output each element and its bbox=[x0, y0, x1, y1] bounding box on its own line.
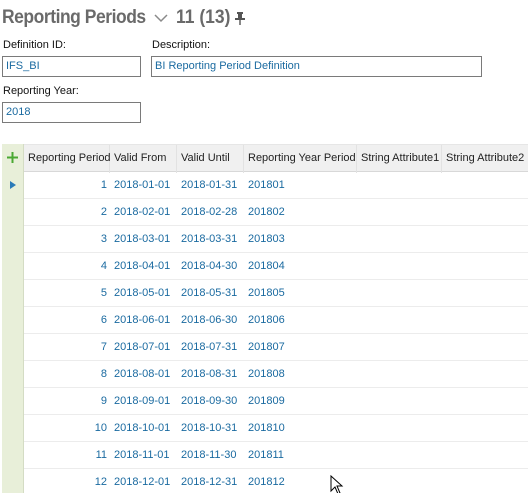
reporting-periods-grid: Reporting Period Valid From Valid Until … bbox=[2, 144, 528, 493]
table-row[interactable]: 9 2018-09-01 2018-09-30 201809 bbox=[24, 388, 528, 415]
cell-reporting-period[interactable]: 11 bbox=[24, 442, 107, 468]
cell-reporting-period[interactable]: 5 bbox=[24, 280, 107, 306]
cell-valid-from[interactable]: 2018-07-01 bbox=[114, 334, 180, 360]
description-field[interactable]: BI Reporting Period Definition bbox=[151, 56, 482, 77]
cell-reporting-period[interactable]: 9 bbox=[24, 388, 107, 414]
column-header-string-attribute2[interactable]: String Attribute2 bbox=[442, 145, 528, 173]
cell-reporting-period[interactable]: 1 bbox=[24, 172, 107, 198]
row-selector-column bbox=[2, 144, 24, 493]
chevron-down-icon[interactable] bbox=[152, 9, 170, 27]
cell-reporting-period[interactable]: 3 bbox=[24, 226, 107, 252]
cell-reporting-period[interactable]: 2 bbox=[24, 199, 107, 225]
record-count: 11 (13) bbox=[176, 7, 231, 28]
page-title: Reporting Periods bbox=[2, 7, 146, 28]
cell-reporting-period[interactable]: 4 bbox=[24, 253, 107, 279]
cell-valid-from[interactable]: 2018-10-01 bbox=[114, 415, 180, 441]
grid-header: Reporting Period Valid From Valid Until … bbox=[2, 144, 528, 173]
cell-valid-until[interactable]: 2018-02-28 bbox=[181, 199, 247, 225]
reporting-year-field[interactable]: 2018 bbox=[2, 102, 141, 123]
column-header-reporting-year-period[interactable]: Reporting Year Period bbox=[244, 145, 357, 173]
table-row[interactable]: 11 2018-11-01 2018-11-30 201811 bbox=[24, 442, 528, 469]
cell-reporting-year-period[interactable]: 201802 bbox=[248, 199, 348, 225]
pin-icon[interactable] bbox=[233, 11, 247, 25]
table-row[interactable]: 3 2018-03-01 2018-03-31 201803 bbox=[24, 226, 528, 253]
cell-valid-until[interactable]: 2018-04-30 bbox=[181, 253, 247, 279]
cell-reporting-period[interactable]: 10 bbox=[24, 415, 107, 441]
cell-reporting-year-period[interactable]: 201805 bbox=[248, 280, 348, 306]
cell-reporting-period[interactable]: 6 bbox=[24, 307, 107, 333]
cell-valid-until[interactable]: 2018-03-31 bbox=[181, 226, 247, 252]
table-row[interactable]: 10 2018-10-01 2018-10-31 201810 bbox=[24, 415, 528, 442]
cell-valid-until[interactable]: 2018-05-31 bbox=[181, 280, 247, 306]
cell-valid-from[interactable]: 2018-03-01 bbox=[114, 226, 180, 252]
column-header-string-attribute1[interactable]: String Attribute1 bbox=[357, 145, 442, 173]
column-header-valid-from[interactable]: Valid From bbox=[110, 145, 177, 173]
plus-icon[interactable] bbox=[6, 151, 19, 164]
cell-valid-until[interactable]: 2018-08-31 bbox=[181, 361, 247, 387]
cell-reporting-period[interactable]: 8 bbox=[24, 361, 107, 387]
cell-valid-from[interactable]: 2018-05-01 bbox=[114, 280, 180, 306]
cell-valid-from[interactable]: 2018-11-01 bbox=[114, 442, 180, 468]
definition-id-field[interactable]: IFS_BI bbox=[2, 56, 141, 77]
cell-valid-from[interactable]: 2018-09-01 bbox=[114, 388, 180, 414]
cell-valid-until[interactable]: 2018-09-30 bbox=[181, 388, 247, 414]
play-arrow-icon bbox=[10, 181, 16, 189]
table-row[interactable]: 1 2018-01-01 2018-01-31 201801 bbox=[24, 172, 528, 199]
cell-valid-from[interactable]: 2018-01-01 bbox=[114, 172, 180, 198]
column-header-reporting-period[interactable]: Reporting Period bbox=[24, 145, 111, 173]
cell-valid-until[interactable]: 2018-12-31 bbox=[181, 469, 247, 493]
description-label: Description: bbox=[152, 39, 211, 51]
reporting-year-label: Reporting Year: bbox=[3, 85, 79, 97]
cell-valid-from[interactable]: 2018-12-01 bbox=[114, 469, 180, 493]
definition-id-label: Definition ID: bbox=[3, 39, 66, 51]
column-header-valid-until[interactable]: Valid Until bbox=[177, 145, 244, 173]
table-row[interactable]: 5 2018-05-01 2018-05-31 201805 bbox=[24, 280, 528, 307]
cell-reporting-year-period[interactable]: 201811 bbox=[248, 442, 348, 468]
cell-valid-until[interactable]: 2018-01-31 bbox=[181, 172, 247, 198]
cell-reporting-year-period[interactable]: 201807 bbox=[248, 334, 348, 360]
cell-valid-until[interactable]: 2018-11-30 bbox=[181, 442, 247, 468]
cell-reporting-year-period[interactable]: 201804 bbox=[248, 253, 348, 279]
cell-valid-from[interactable]: 2018-04-01 bbox=[114, 253, 180, 279]
cell-reporting-year-period[interactable]: 201801 bbox=[248, 172, 348, 198]
table-row[interactable]: 6 2018-06-01 2018-06-30 201806 bbox=[24, 307, 528, 334]
table-row[interactable]: 12 2018-12-01 2018-12-31 201812 bbox=[24, 469, 528, 493]
table-row[interactable]: 7 2018-07-01 2018-07-31 201807 bbox=[24, 334, 528, 361]
cell-reporting-year-period[interactable]: 201810 bbox=[248, 415, 348, 441]
page-header: Reporting Periods 11 (13) bbox=[2, 4, 247, 32]
cell-valid-until[interactable]: 2018-10-31 bbox=[181, 415, 247, 441]
table-row[interactable]: 4 2018-04-01 2018-04-30 201804 bbox=[24, 253, 528, 280]
cell-reporting-period[interactable]: 12 bbox=[24, 469, 107, 493]
table-row[interactable]: 2 2018-02-01 2018-02-28 201802 bbox=[24, 199, 528, 226]
mouse-pointer-icon bbox=[330, 475, 344, 493]
cell-valid-from[interactable]: 2018-06-01 bbox=[114, 307, 180, 333]
cell-reporting-period[interactable]: 7 bbox=[24, 334, 107, 360]
cell-reporting-year-period[interactable]: 201809 bbox=[248, 388, 348, 414]
cell-reporting-year-period[interactable]: 201806 bbox=[248, 307, 348, 333]
cell-reporting-year-period[interactable]: 201803 bbox=[248, 226, 348, 252]
cell-valid-until[interactable]: 2018-07-31 bbox=[181, 334, 247, 360]
cell-valid-from[interactable]: 2018-08-01 bbox=[114, 361, 180, 387]
cell-valid-until[interactable]: 2018-06-30 bbox=[181, 307, 247, 333]
table-row[interactable]: 8 2018-08-01 2018-08-31 201808 bbox=[24, 361, 528, 388]
cell-reporting-year-period[interactable]: 201808 bbox=[248, 361, 348, 387]
cell-valid-from[interactable]: 2018-02-01 bbox=[114, 199, 180, 225]
